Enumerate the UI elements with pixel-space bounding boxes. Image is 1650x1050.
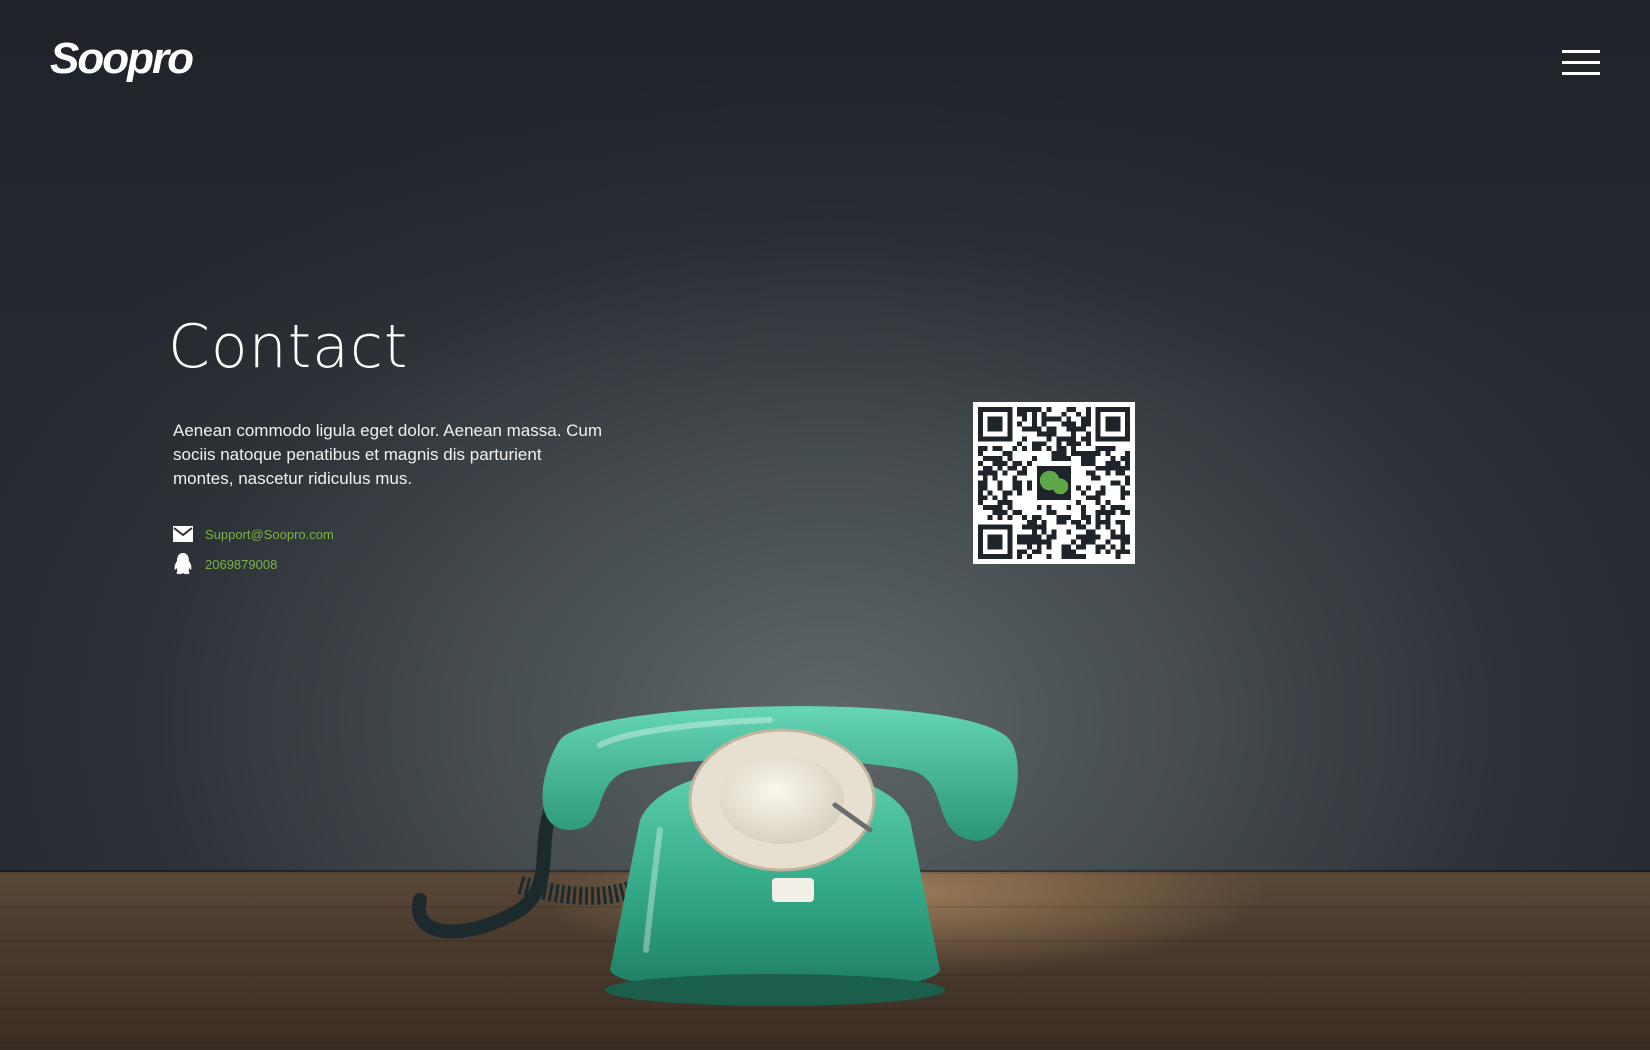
rotary-phone-illustration — [411, 706, 1018, 1006]
wechat-icon — [1036, 465, 1072, 501]
menu-line — [1562, 50, 1600, 53]
wechat-qr-code — [973, 402, 1135, 564]
contact-description: Aenean commodo ligula eget dolor. Aenean… — [173, 421, 603, 488]
email-link[interactable]: Support@Soopro.com — [205, 527, 334, 542]
contact-page: Soopro Contact Aenean commodo ligula ege… — [0, 0, 1650, 1050]
hamburger-menu-icon[interactable] — [1562, 50, 1600, 76]
menu-line — [1562, 72, 1600, 75]
qq-penguin-icon — [173, 553, 193, 575]
brand-logo[interactable]: Soopro — [50, 34, 194, 84]
contact-qq-row: 2069879008 — [173, 553, 277, 575]
envelope-icon — [173, 524, 193, 544]
menu-line — [1562, 61, 1600, 64]
qq-number-link[interactable]: 2069879008 — [205, 557, 277, 572]
contact-email-row: Support@Soopro.com — [173, 523, 334, 545]
page-title: Contact — [168, 312, 409, 382]
